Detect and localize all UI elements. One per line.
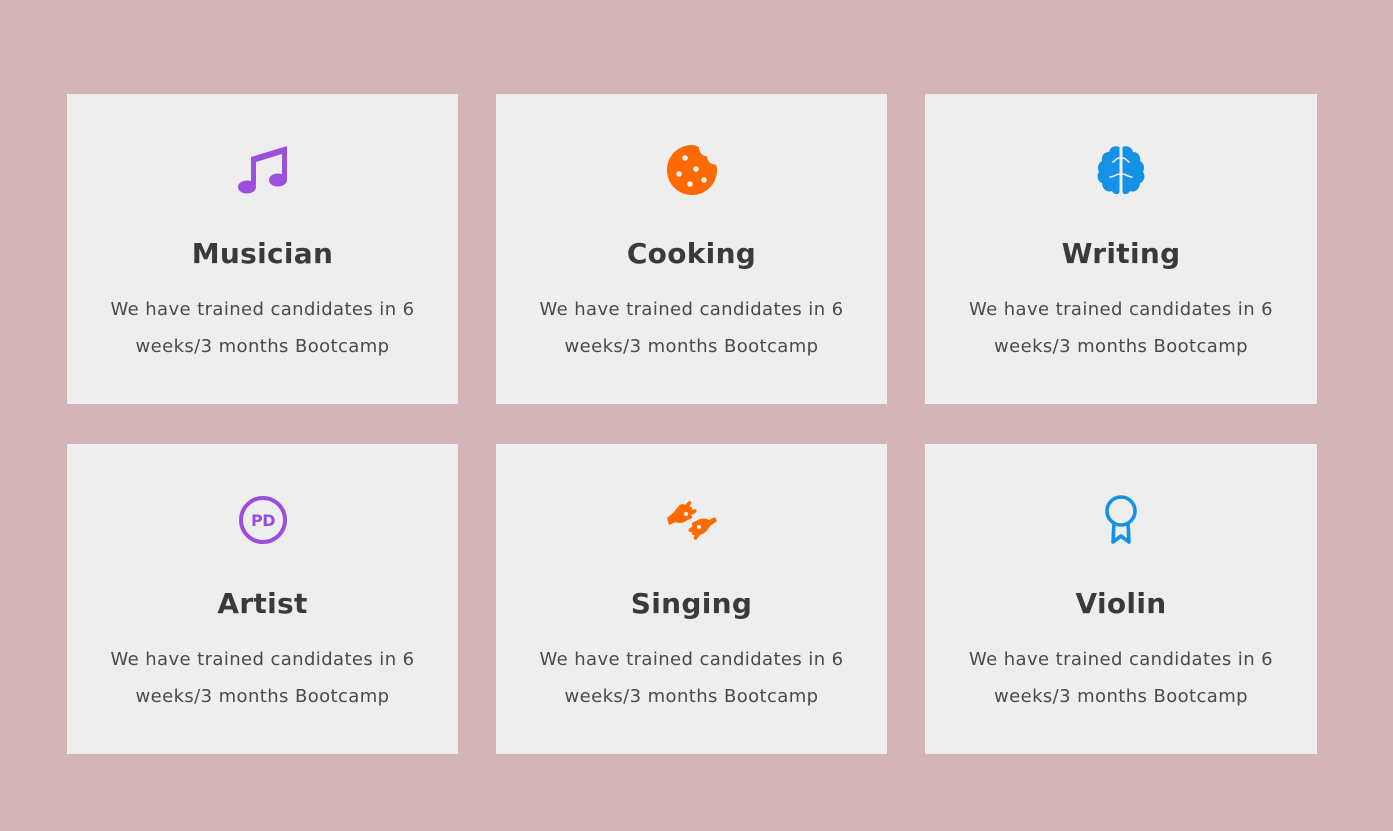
card-description: We have trained candidates in 6 weeks/3 … [110,299,415,357]
card-singing: Singing We have trained candidates in 6 … [496,444,887,754]
card-violin: Violin We have trained candidates in 6 w… [925,444,1317,754]
card-description: We have trained candidates in 6 weeks/3 … [539,299,844,357]
card-title: Musician [191,237,334,270]
svg-text:PD: PD [250,511,274,530]
card-title: Artist [217,587,308,620]
card-musician: Musician We have trained candidates in 6… [67,94,458,404]
brain-icon [1095,144,1147,196]
card-artist: PD Artist We have trained candidates in … [67,444,458,754]
card-title: Cooking [626,237,757,270]
music-note-icon [237,144,289,196]
card-description: We have trained candidates in 6 weeks/3 … [969,649,1273,707]
card-title: Writing [1061,237,1181,270]
card-description: We have trained candidates in 6 weeks/3 … [969,299,1273,357]
services-grid: Musician We have trained candidates in 6… [67,94,1317,754]
public-domain-icon: PD [237,494,289,546]
card-cooking: Cooking We have trained candidates in 6 … [496,94,887,404]
sign-language-icon [666,494,718,546]
cookie-icon [666,144,718,196]
card-description: We have trained candidates in 6 weeks/3 … [110,649,415,707]
card-title: Violin [1075,587,1167,620]
card-description: We have trained candidates in 6 weeks/3 … [539,649,844,707]
card-writing: Writing We have trained candidates in 6 … [925,94,1317,404]
award-ribbon-icon [1095,494,1147,546]
card-title: Singing [630,587,753,620]
